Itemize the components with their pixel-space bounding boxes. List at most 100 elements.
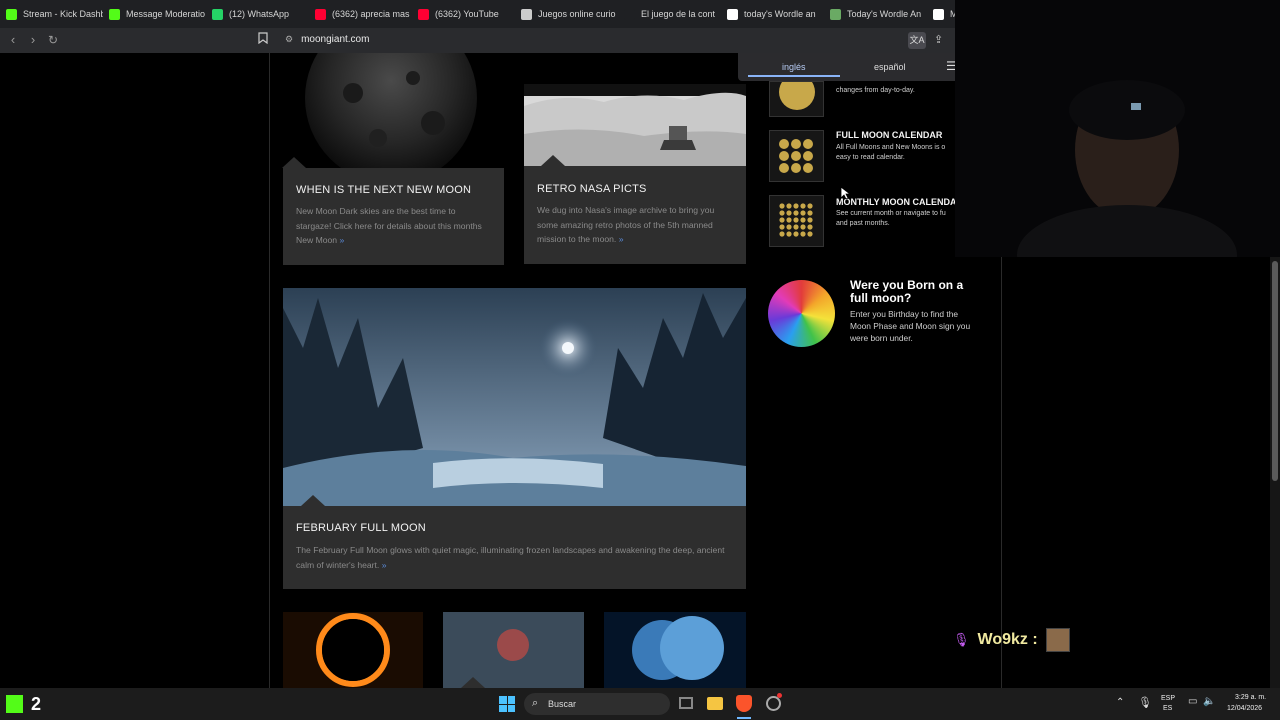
taskbar-search[interactable]: ⌕ Buscar	[524, 693, 670, 715]
tray-chevron-icon[interactable]: ⌃	[1116, 697, 1124, 708]
full-moon-calendar-link[interactable]: FULL MOON CALENDAR	[836, 130, 942, 140]
moon-dot	[779, 151, 789, 161]
red-moon-thumbnail[interactable]	[443, 612, 584, 688]
moon-dot	[807, 210, 813, 216]
rainbow-moon-image[interactable]	[768, 280, 835, 347]
translate-icon[interactable]: 文A	[908, 32, 926, 49]
translate-tab-spanish[interactable]: español	[874, 62, 906, 72]
card-notch	[541, 155, 565, 166]
chrome-app-icon[interactable]	[766, 696, 781, 711]
monthly-moon-calendar-thumbnail[interactable]	[769, 195, 824, 247]
active-app-indicator	[737, 717, 751, 719]
kick-counter: 2	[31, 694, 42, 714]
winter-forest-image	[283, 288, 746, 506]
chat-overlay: 🎙 Wo9kz :	[953, 628, 1070, 652]
tab-label: Juegos online curio	[538, 9, 616, 19]
browser-tab[interactable]: El juego de la cont	[618, 0, 721, 28]
card-february-full-moon[interactable]: FEBRUARY FULL MOON The February Full Moo…	[283, 288, 746, 589]
back-icon[interactable]: ‹	[4, 31, 22, 49]
moon-dot	[793, 217, 799, 223]
task-view-icon[interactable]	[679, 697, 693, 709]
read-more-link[interactable]: »	[619, 234, 624, 244]
browser-tab[interactable]: (6362) aprecia mas	[309, 0, 412, 28]
search-placeholder: Buscar	[548, 699, 577, 709]
network-icon[interactable]: ▭	[1188, 696, 1197, 707]
language-code[interactable]: ESP	[1161, 695, 1175, 702]
youtube-icon	[315, 8, 326, 20]
moon-dot	[807, 224, 813, 230]
moon-dot	[800, 203, 806, 209]
moon-dot	[803, 139, 813, 149]
browser-tab[interactable]: Message Moderatio	[103, 0, 206, 28]
browser-tab[interactable]: (6362) YouTube	[412, 0, 515, 28]
forward-icon[interactable]: ›	[24, 31, 42, 49]
browser-tab[interactable]: Stream - Kick Dashb	[0, 0, 103, 28]
moon-phase-thumbnail[interactable]	[769, 74, 824, 117]
moon-dot	[779, 210, 785, 216]
reload-icon[interactable]: ↻	[44, 31, 62, 49]
whatsapp-icon	[212, 8, 223, 20]
browser-tab[interactable]: Today's Wordle An	[824, 0, 927, 28]
blue-moons-thumbnail[interactable]	[604, 612, 746, 688]
site-info-icon[interactable]: ⚙	[285, 34, 293, 44]
windows-start-icon[interactable]	[499, 696, 515, 712]
monthly-moon-calendar-link[interactable]: MONTHLY MOON CALENDAR	[836, 197, 955, 207]
bookmark-icon[interactable]	[258, 32, 268, 47]
moon-dot	[779, 231, 785, 237]
content-left-border	[269, 53, 270, 688]
read-more-link[interactable]: »	[382, 560, 387, 570]
moon-dot	[793, 203, 799, 209]
brave-browser-icon[interactable]	[736, 695, 752, 712]
moon-dot	[803, 163, 813, 173]
born-full-moon-title[interactable]: Were you Born on a full moon?	[850, 279, 980, 305]
translate-active-underline	[748, 75, 840, 77]
chat-emote	[1045, 628, 1070, 652]
translate-tab-english[interactable]: inglés	[782, 62, 806, 72]
file-explorer-icon[interactable]	[707, 697, 723, 710]
card-retro-nasa[interactable]: RETRO NASA PICTS We dug into Nasa's imag…	[524, 84, 746, 264]
chat-username: Wo9kz :	[977, 631, 1038, 648]
kick-icon	[6, 8, 17, 20]
tab-label: (6362) aprecia mas	[332, 9, 410, 19]
card-notch	[461, 677, 485, 688]
google-icon	[727, 8, 738, 20]
card-title: WHEN IS THE NEXT NEW MOON	[296, 184, 472, 196]
url-field[interactable]: ⚙ moongiant.com	[285, 34, 369, 45]
moon-phase-desc: changes from day-to-day.	[836, 87, 915, 94]
address-bar: ‹ › ↻ ⚙ moongiant.com 文A ⇪	[0, 28, 960, 53]
browser-tab[interactable]: today's Wordle an	[721, 0, 824, 28]
taskbar: 2 ⌕ Buscar ⌃ 🎙 ESP ES ▭ 🔈 3:29 a. m. 12/…	[0, 688, 1280, 720]
clock-time[interactable]: 3:29 a. m.	[1235, 694, 1266, 701]
card-title: RETRO NASA PICTS	[537, 183, 647, 195]
read-more-link[interactable]: »	[339, 235, 344, 245]
card-text: The February Full Moon glows with quiet …	[296, 545, 725, 570]
browser-tab[interactable]: Juegos online curio	[515, 0, 618, 28]
moon-dot	[779, 163, 789, 173]
webcam-overlay	[955, 0, 1280, 305]
language-region[interactable]: ES	[1163, 705, 1172, 712]
card-next-new-moon[interactable]: WHEN IS THE NEXT NEW MOON New Moon Dark …	[282, 53, 504, 265]
clock-date[interactable]: 12/04/2026	[1227, 705, 1262, 712]
mic-tray-icon[interactable]: 🎙	[1138, 696, 1152, 709]
notification-badge	[777, 693, 782, 698]
card-description: The February Full Moon glows with quiet …	[296, 543, 736, 572]
moon-dot	[779, 224, 785, 230]
moon-dot	[791, 139, 801, 149]
page-scrollbar[interactable]	[1270, 257, 1280, 688]
moon-dot	[800, 210, 806, 216]
moon-dot	[791, 151, 801, 161]
born-full-moon-desc: Enter you Birthday to find the Moon Phas…	[850, 309, 971, 343]
full-moon-calendar-thumbnail[interactable]	[769, 130, 824, 182]
tab-label: Message Moderatio	[126, 9, 206, 19]
share-icon[interactable]: ⇪	[934, 33, 943, 46]
microphone-icon: 🎙	[953, 632, 970, 647]
scrollbar-thumb[interactable]	[1272, 261, 1278, 481]
browser-tab[interactable]: (12) WhatsApp	[206, 0, 309, 28]
card-description: We dug into Nasa's image archive to brin…	[537, 203, 732, 247]
volume-icon[interactable]: 🔈	[1203, 696, 1215, 707]
card-notch	[301, 495, 325, 506]
tab-label: (6362) YouTube	[435, 9, 499, 19]
moon-dot	[807, 231, 813, 237]
moon-dot	[807, 203, 813, 209]
eclipse-thumbnail[interactable]	[283, 612, 423, 688]
